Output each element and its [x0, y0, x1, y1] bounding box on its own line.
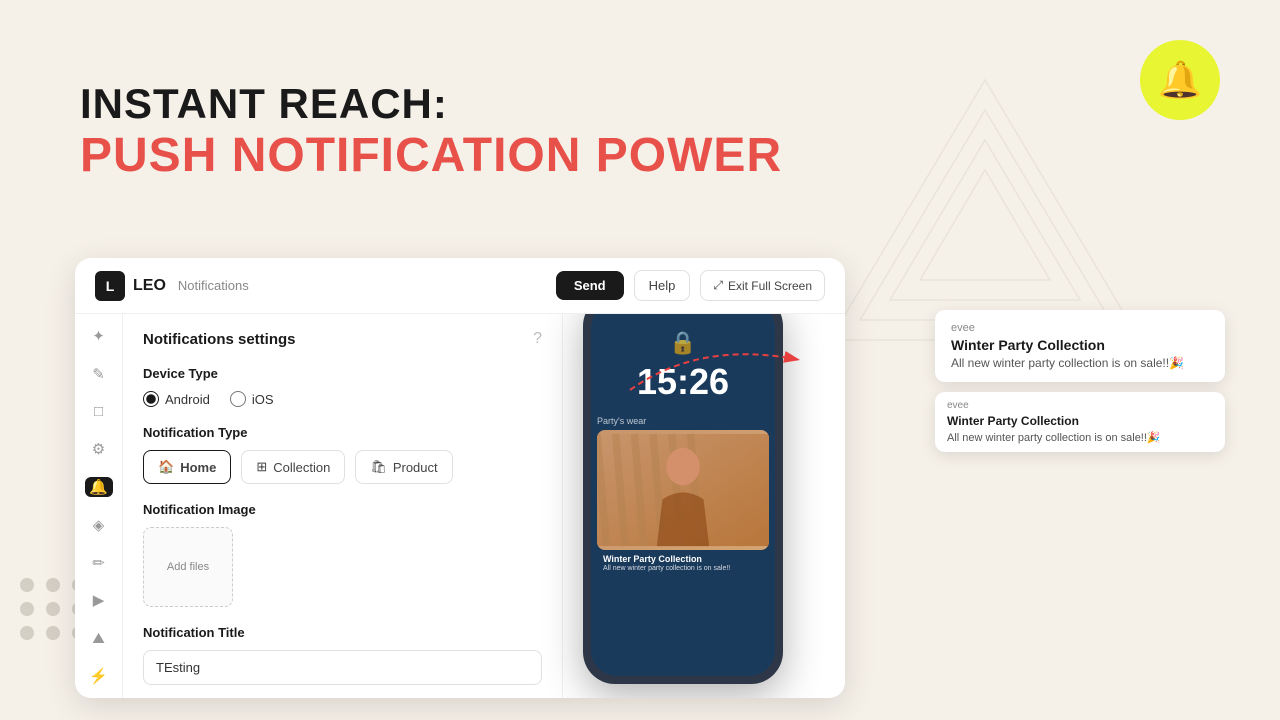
- sidebar-icon-plus[interactable]: ✦: [85, 326, 113, 346]
- phone-product-name: Winter Party Collection: [597, 550, 769, 565]
- notification-image-label: Notification Image: [143, 502, 542, 517]
- notif-type-product-label: Product: [393, 460, 438, 475]
- phone-collection-label: Party's wear: [597, 416, 769, 426]
- notif-type-home-label: Home: [180, 460, 216, 475]
- settings-panel: Notifications settings ? Device Type And…: [123, 314, 563, 698]
- headline-line2: PUSH NOTIFICATION POWER: [80, 128, 782, 183]
- send-button[interactable]: Send: [556, 271, 624, 300]
- settings-help-icon[interactable]: ?: [533, 330, 542, 348]
- radio-ios[interactable]: iOS: [230, 391, 274, 407]
- dot: [46, 626, 60, 640]
- phone-mockup: 🔒 15:26 Party's wear: [583, 314, 783, 684]
- dot: [46, 602, 60, 616]
- settings-header: Notifications settings ?: [143, 330, 542, 348]
- radio-ios-input[interactable]: [230, 391, 246, 407]
- notif-card-2-body: All new winter party collection is on sa…: [947, 431, 1213, 444]
- phone-screen: 🔒 15:26 Party's wear: [591, 314, 775, 676]
- device-type-radio-group: Android iOS: [143, 391, 542, 407]
- image-upload-area[interactable]: Add files: [143, 527, 233, 607]
- card-actions: Send Help ⤢ Exit Full Screen: [556, 270, 825, 301]
- notif-type-collection-label: Collection: [273, 460, 330, 475]
- main-card: L LEO Notifications Send Help ⤢ Exit Ful…: [75, 258, 845, 698]
- sidebar-icon-notification[interactable]: 🔔: [85, 477, 113, 497]
- radio-android[interactable]: Android: [143, 391, 210, 407]
- bell-icon-circle: 🔔: [1140, 40, 1220, 120]
- phone-lock-icon: 🔒: [591, 314, 775, 356]
- sidebar-icon-tag[interactable]: ◈: [85, 515, 113, 535]
- product-icon: 🛍: [370, 459, 387, 475]
- headline-area: INSTANT REACH: PUSH NOTIFICATION POWER: [80, 80, 782, 183]
- notif-card-1-body: All new winter party collection is on sa…: [951, 356, 1209, 370]
- card-sidebar: ✦ ✎ □ ⚙ 🔔 ◈ ✏ ▶ ⛰ ⚡: [75, 314, 123, 698]
- phone-preview-area: 🔒 15:26 Party's wear: [563, 314, 845, 698]
- notif-card-1-title: Winter Party Collection: [951, 337, 1209, 353]
- sidebar-icon-pen[interactable]: ✏: [85, 553, 113, 573]
- notification-type-label: Notification Type: [143, 425, 542, 440]
- home-icon: 🏠: [158, 459, 174, 475]
- phone-product-desc: All new winter party collection is on sa…: [597, 565, 769, 572]
- add-files-label: Add files: [167, 561, 209, 573]
- radio-android-label: Android: [165, 392, 210, 407]
- collection-icon: ⊞: [256, 459, 267, 475]
- notif-type-product[interactable]: 🛍 Product: [355, 450, 452, 484]
- card-body: ✦ ✎ □ ⚙ 🔔 ◈ ✏ ▶ ⛰ ⚡ Notifications settin…: [75, 314, 845, 698]
- notification-cards: evee Winter Party Collection All new win…: [935, 310, 1225, 452]
- dot: [20, 602, 34, 616]
- fullscreen-icon: ⤢: [713, 278, 723, 293]
- sidebar-icon-landscape[interactable]: ⛰: [85, 628, 113, 648]
- notification-card-2: evee Winter Party Collection All new win…: [935, 392, 1225, 452]
- radio-ios-label: iOS: [252, 392, 274, 407]
- notif-card-2-app: evee: [947, 400, 1213, 411]
- notification-type-group: 🏠 Home ⊞ Collection 🛍 Product: [143, 450, 542, 484]
- notif-card-1-app: evee: [951, 322, 1209, 334]
- sidebar-icon-edit[interactable]: ✎: [85, 364, 113, 384]
- notif-type-collection[interactable]: ⊞ Collection: [241, 450, 345, 484]
- phone-content: Party's wear: [591, 416, 775, 572]
- notif-card-2-title: Winter Party Collection: [947, 414, 1213, 428]
- settings-title: Notifications settings: [143, 331, 296, 348]
- logo-subtitle: Notifications: [178, 278, 249, 293]
- phone-time: 15:26: [591, 356, 775, 408]
- logo-name: LEO: [133, 277, 166, 295]
- sidebar-icon-file[interactable]: □: [85, 402, 113, 422]
- sidebar-icon-play[interactable]: ▶: [85, 591, 113, 611]
- dot: [46, 578, 60, 592]
- dot: [20, 578, 34, 592]
- help-button[interactable]: Help: [634, 270, 691, 301]
- notification-title-input[interactable]: [143, 650, 542, 685]
- notif-type-home[interactable]: 🏠 Home: [143, 450, 231, 484]
- logo-icon: L: [95, 271, 125, 301]
- card-header: L LEO Notifications Send Help ⤢ Exit Ful…: [75, 258, 845, 314]
- notification-card-1: evee Winter Party Collection All new win…: [935, 310, 1225, 382]
- phone-product-image: [597, 430, 769, 550]
- dot: [20, 626, 34, 640]
- fullscreen-button[interactable]: ⤢ Exit Full Screen: [700, 270, 825, 301]
- card-logo: L LEO Notifications: [95, 271, 249, 301]
- sidebar-icon-settings[interactable]: ⚙: [85, 439, 113, 459]
- sidebar-icon-bolt[interactable]: ⚡: [85, 666, 113, 686]
- device-type-label: Device Type: [143, 366, 542, 381]
- bell-icon: 🔔: [1158, 59, 1203, 101]
- headline-line1: INSTANT REACH:: [80, 80, 782, 128]
- radio-android-input[interactable]: [143, 391, 159, 407]
- notification-title-section-label: Notification Title: [143, 625, 542, 640]
- fullscreen-label: Exit Full Screen: [728, 279, 812, 293]
